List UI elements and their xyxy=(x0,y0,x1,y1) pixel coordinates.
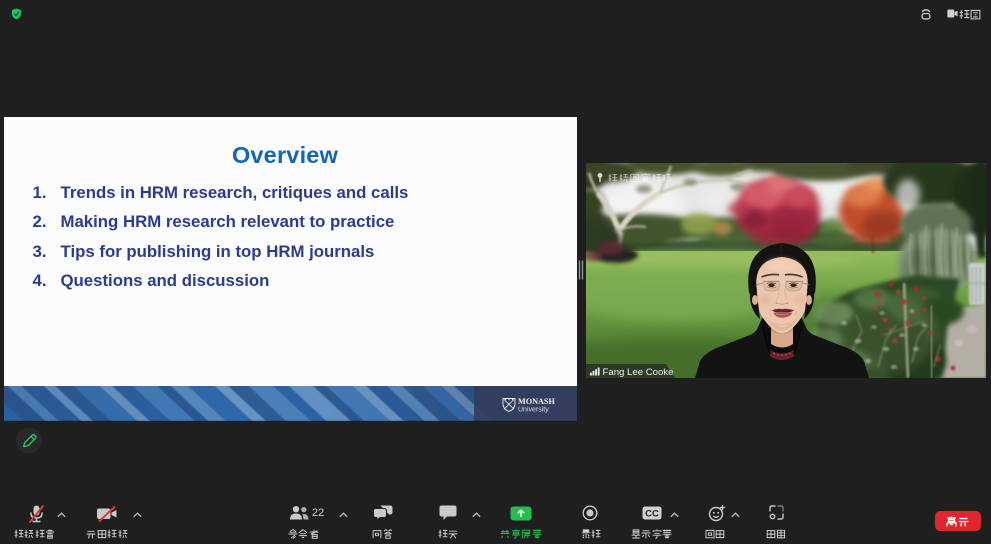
svg-text:University: University xyxy=(518,407,549,414)
svg-text:CC: CC xyxy=(645,508,659,519)
svg-text:Fang Lee Cooke: Fang Lee Cooke xyxy=(603,367,674,378)
svg-text:MONASH: MONASH xyxy=(518,397,555,406)
